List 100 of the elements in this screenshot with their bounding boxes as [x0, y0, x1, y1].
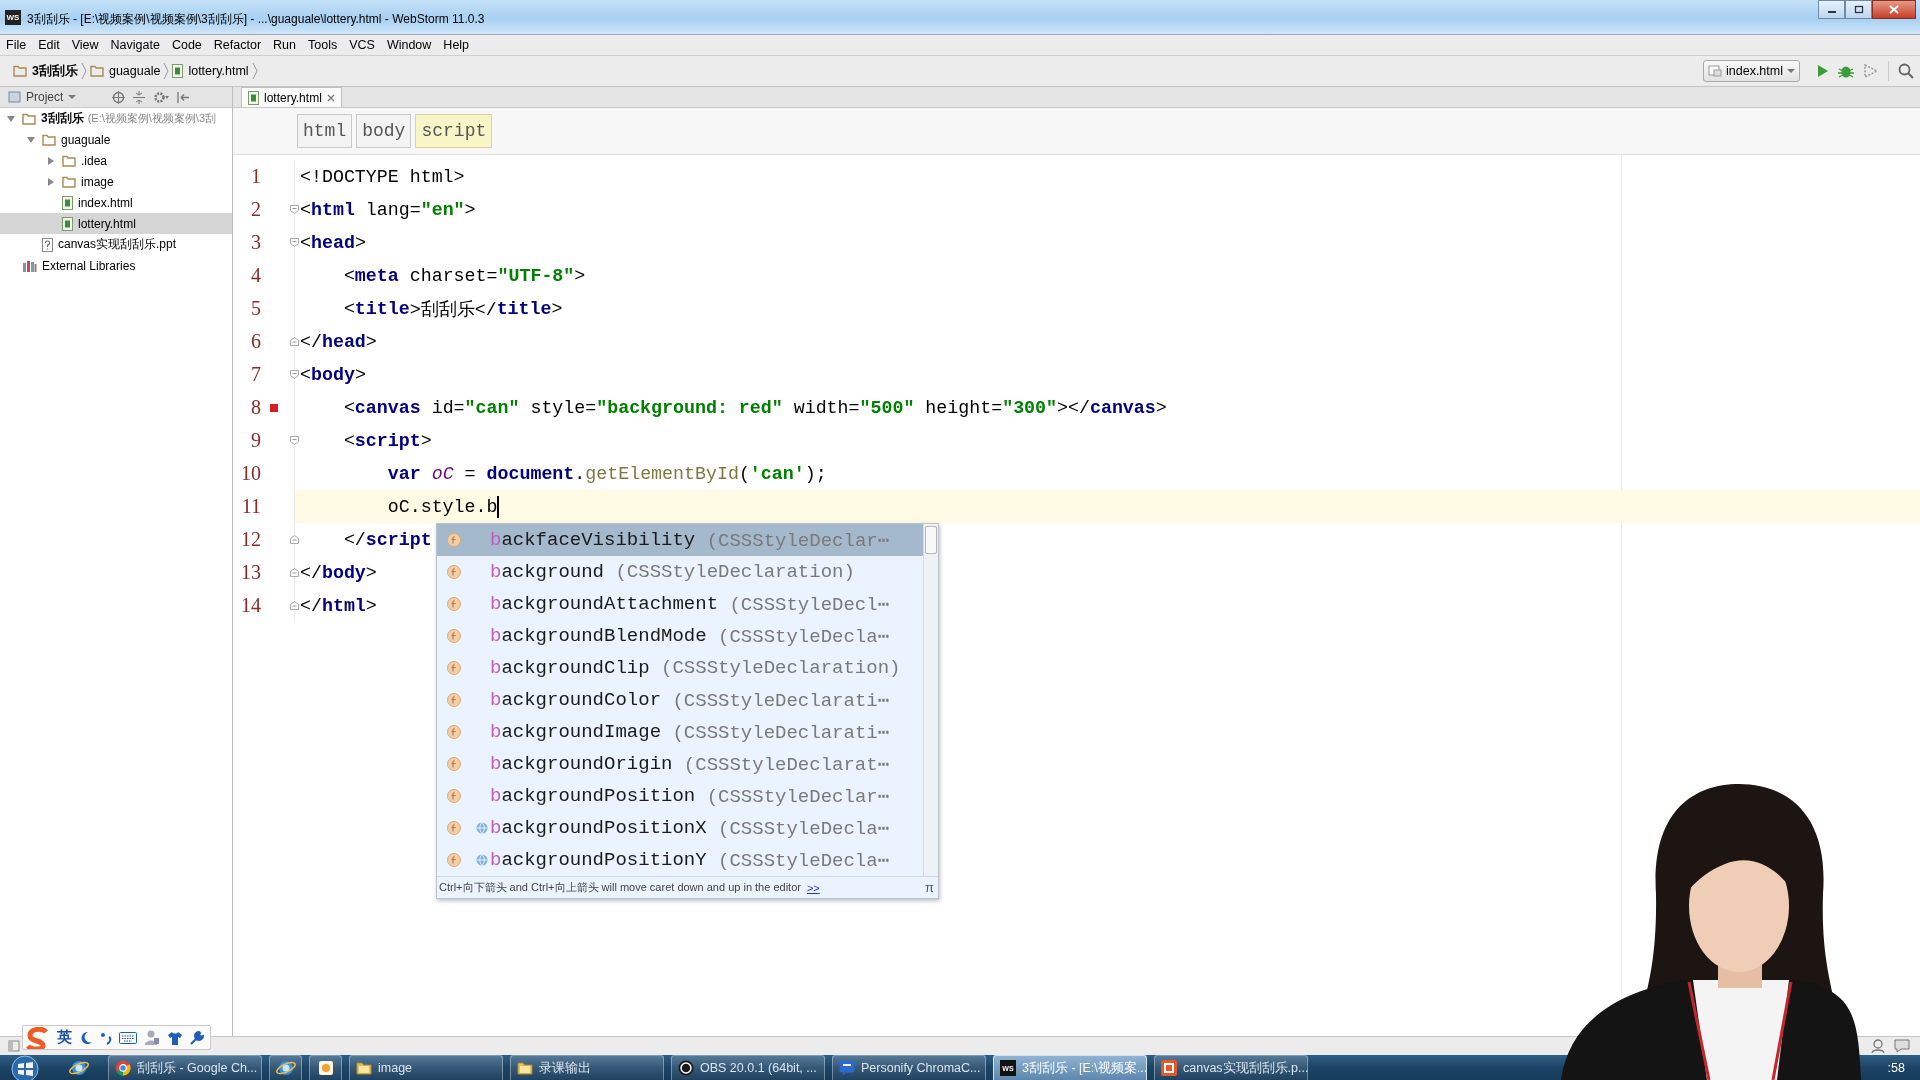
file-tab[interactable]: lottery.html [241, 87, 342, 107]
run-config-dropdown[interactable]: index.html [1703, 60, 1800, 82]
fold-icon[interactable] [290, 436, 299, 445]
taskbar-button[interactable]: 录课输出 [510, 1055, 664, 1080]
tag-path-button[interactable]: script [415, 114, 493, 148]
fold-icon[interactable] [290, 568, 299, 577]
tag-path-button[interactable]: body [356, 114, 412, 148]
run-icon[interactable] [1817, 64, 1829, 78]
code-line: var oC = document.getElementById('can'); [386, 463, 827, 484]
hide-panel-icon[interactable] [177, 90, 189, 104]
fold-icon[interactable] [290, 205, 299, 214]
expand-arrow-icon[interactable] [46, 155, 56, 166]
fold-icon[interactable] [290, 601, 299, 610]
taskbar-button[interactable] [309, 1055, 342, 1080]
hint-text: Ctrl+向下箭头 and Ctrl+向上箭头 will move caret down and up in the editor [439, 880, 801, 895]
field-icon [447, 821, 461, 835]
target-icon[interactable] [112, 90, 125, 104]
completion-item[interactable]: backgroundPositionY (CSSStyleDecla⋯ [437, 844, 923, 876]
start-button[interactable] [10, 1054, 40, 1080]
breadcrumb[interactable]: lottery.html [169, 64, 252, 78]
menu-item[interactable]: View [66, 38, 106, 52]
line-number: 9 [250, 429, 261, 452]
menu-item[interactable]: Tools [303, 38, 345, 52]
completion-item[interactable]: backgroundImage (CSSStyleDeclarati⋯ [437, 716, 923, 748]
tree-item[interactable]: canvas实现刮刮乐.ppt [0, 234, 232, 255]
coverage-icon[interactable] [1863, 63, 1879, 79]
window-title: 3刮刮乐 - [E:\视频案例\视频案例\3刮刮乐] - ...\guaguale\lottery.html - WebStorm 11.0.3 [27, 11, 486, 28]
expand-arrow-icon[interactable] [46, 176, 56, 187]
line-number: 3 [250, 231, 261, 254]
tree-item[interactable]: image [0, 171, 232, 192]
taskbar-button[interactable] [269, 1055, 302, 1080]
fold-icon[interactable] [290, 370, 299, 379]
fold-icon[interactable] [290, 238, 299, 247]
html-file-icon [62, 216, 73, 231]
input-mode-label[interactable]: 英 [57, 1028, 72, 1047]
pin-button[interactable]: π [925, 880, 934, 895]
chevron-icon [80, 62, 87, 80]
close-icon [1889, 5, 1899, 14]
collapse-icon[interactable] [133, 90, 145, 104]
taskbar-button[interactable]: 刮刮乐 - Google Ch... [108, 1055, 262, 1080]
tree-item[interactable]: External Libraries [0, 255, 232, 276]
fold-icon[interactable] [290, 535, 299, 544]
tree-item[interactable]: index.html [0, 192, 232, 213]
globe-icon [476, 854, 488, 866]
menu-item[interactable]: File [1, 38, 34, 52]
more-link[interactable]: >> [806, 881, 820, 894]
tree-item[interactable]: guaguale [0, 129, 232, 150]
completion-item[interactable]: backgroundOrigin (CSSStyleDeclarat⋯ [437, 748, 923, 780]
close-button[interactable] [1872, 0, 1916, 19]
menu-item[interactable]: Refactor [208, 38, 269, 52]
completion-item[interactable]: backgroundColor (CSSStyleDeclarati⋯ [437, 684, 923, 716]
code-line: </head> [300, 331, 377, 352]
completion-item[interactable]: backgroundPosition (CSSStyleDeclar⋯ [437, 780, 923, 812]
menu-item[interactable]: Edit [33, 38, 67, 52]
gear-icon[interactable] [153, 90, 169, 104]
inspector-icon[interactable] [1870, 1039, 1886, 1053]
tag-path-button[interactable]: html [297, 114, 353, 148]
taskbar-button[interactable]: canvas实现刮刮乐.p... [1154, 1055, 1308, 1080]
menu-item[interactable]: Help [438, 38, 477, 52]
completion-item[interactable]: backgroundBlendMode (CSSStyleDecla⋯ [437, 620, 923, 652]
tree-item[interactable]: 3刮刮乐 (E:\视频案例\视频案例\3刮 [0, 108, 232, 129]
taskbar-button[interactable]: Personify ChromaC... [832, 1055, 986, 1080]
search-icon[interactable] [1898, 63, 1914, 79]
completion-item[interactable]: background (CSSStyleDeclaration) [437, 556, 923, 588]
keyboard-icon[interactable] [119, 1031, 137, 1044]
breadcrumb[interactable]: 3刮刮乐 [10, 62, 81, 80]
folder-icon [62, 175, 76, 188]
menu-item[interactable]: VCS [344, 38, 382, 52]
menu-item[interactable]: Window [381, 38, 439, 52]
expand-arrow-icon[interactable] [6, 113, 16, 124]
breakpoint-icon[interactable] [270, 403, 278, 412]
menu-item[interactable]: Code [166, 38, 209, 52]
minimize-button[interactable] [1818, 0, 1845, 19]
maximize-button[interactable] [1845, 0, 1872, 19]
completion-item[interactable]: backgroundClip (CSSStyleDeclaration) [437, 652, 923, 684]
menu-item[interactable]: Run [268, 38, 303, 52]
punctuation-icon[interactable] [100, 1030, 112, 1045]
folder-icon [62, 154, 76, 167]
field-icon [447, 533, 461, 547]
wrench-icon[interactable] [190, 1030, 204, 1045]
scrollbar-thumb[interactable] [925, 526, 937, 554]
fold-icon[interactable] [290, 337, 299, 346]
event-log-icon[interactable] [1894, 1039, 1910, 1053]
breadcrumb[interactable]: guaguale [86, 64, 164, 78]
taskbar-button[interactable]: OBS 20.0.1 (64bit, ... [671, 1055, 825, 1080]
folder-icon [89, 65, 104, 77]
tree-item[interactable]: .idea [0, 150, 232, 171]
shirt-icon[interactable] [167, 1030, 183, 1045]
menu-item[interactable]: Navigate [105, 38, 167, 52]
code-line: <canvas id="can" style="background: red" width="500" height="300"></canvas> [342, 397, 1167, 418]
completion-item[interactable]: backgroundAttachment (CSSStyleDecl⋯ [437, 588, 923, 620]
user-icon[interactable] [144, 1030, 160, 1045]
completion-item[interactable]: backfaceVisibility (CSSStyleDeclar⋯ [437, 524, 923, 556]
app-icon [317, 1060, 334, 1076]
close-icon[interactable] [326, 93, 335, 102]
taskbar-button[interactable]: image [349, 1055, 503, 1080]
moon-icon[interactable] [79, 1030, 93, 1045]
expand-arrow-icon[interactable] [26, 134, 36, 145]
tree-item[interactable]: lottery.html [0, 213, 232, 234]
completion-item[interactable]: backgroundPositionX (CSSStyleDecla⋯ [437, 812, 923, 844]
